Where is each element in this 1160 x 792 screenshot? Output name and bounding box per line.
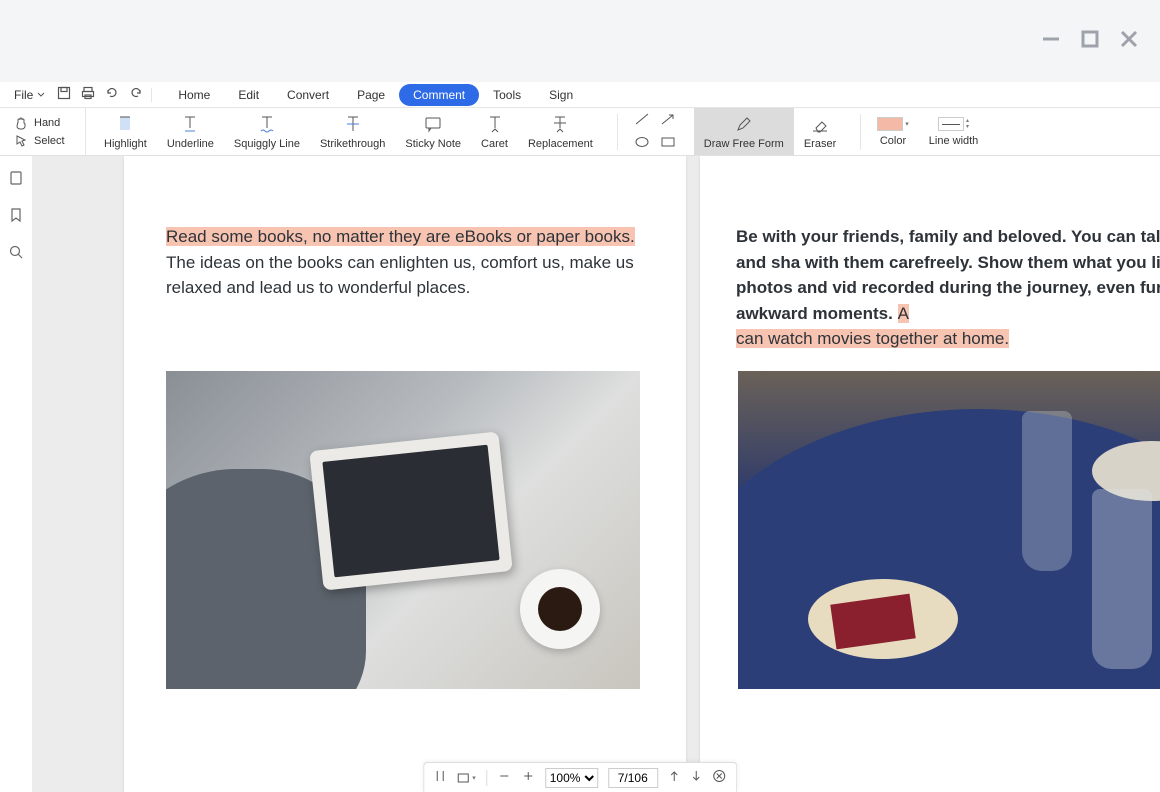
highlighted-text: Read some books, no matter they are eBoo… bbox=[166, 227, 635, 246]
chevron-down-icon: ▾ bbox=[905, 120, 909, 128]
maximize-button[interactable] bbox=[1080, 29, 1100, 49]
thumbnails-button[interactable] bbox=[8, 170, 24, 191]
document-area[interactable]: Read some books, no matter they are eBoo… bbox=[32, 156, 1160, 792]
eraser-icon bbox=[810, 114, 830, 134]
tab-page[interactable]: Page bbox=[343, 84, 399, 106]
replacement-icon bbox=[550, 114, 570, 134]
highlight-button[interactable]: Highlight bbox=[94, 108, 157, 155]
undo-button[interactable] bbox=[105, 86, 119, 103]
linewidth-preview bbox=[938, 117, 964, 131]
continuous-view-button[interactable] bbox=[434, 769, 446, 786]
pdf-page-right: Be with your friends, family and beloved… bbox=[700, 156, 1160, 792]
note-icon bbox=[423, 114, 443, 134]
save-button[interactable] bbox=[57, 86, 71, 103]
print-button[interactable] bbox=[81, 86, 95, 103]
search-button[interactable] bbox=[8, 244, 24, 265]
zoom-in-button[interactable] bbox=[521, 769, 535, 786]
paragraph-left: Read some books, no matter they are eBoo… bbox=[166, 224, 644, 301]
bottom-toolbar: ▾ 100% bbox=[423, 762, 737, 792]
eraser-button[interactable]: Eraser bbox=[794, 108, 846, 155]
ribbon: Hand Select Highlight Underline Squiggly… bbox=[0, 108, 1160, 156]
pencil-icon bbox=[734, 114, 754, 134]
paragraph-right: Be with your friends, family and beloved… bbox=[736, 224, 1160, 352]
underline-button[interactable]: Underline bbox=[157, 108, 224, 155]
fit-view-button[interactable]: ▾ bbox=[456, 771, 476, 785]
squiggly-icon bbox=[257, 114, 277, 134]
image-tablet-coffee bbox=[166, 371, 640, 689]
file-menu[interactable]: File bbox=[14, 88, 57, 102]
pdf-page-left: Read some books, no matter they are eBoo… bbox=[124, 156, 686, 792]
menubar: File Home Edit Convert Page Comment Tool… bbox=[0, 82, 1160, 108]
select-tool[interactable]: Select bbox=[14, 134, 85, 148]
tab-convert[interactable]: Convert bbox=[273, 84, 343, 106]
prev-page-button[interactable] bbox=[668, 769, 680, 786]
stickynote-button[interactable]: Sticky Note bbox=[395, 108, 471, 155]
linewidth-option[interactable]: ▴▾ Line width bbox=[919, 108, 989, 155]
tab-comment[interactable]: Comment bbox=[399, 84, 479, 106]
color-swatch bbox=[877, 117, 903, 131]
hand-tool-label: Hand bbox=[34, 117, 60, 129]
hand-tool[interactable]: Hand bbox=[14, 116, 85, 130]
select-tool-label: Select bbox=[34, 135, 65, 147]
ellipse-tool[interactable] bbox=[634, 135, 650, 152]
next-page-button[interactable] bbox=[690, 769, 702, 786]
tab-home[interactable]: Home bbox=[164, 84, 224, 106]
tab-edit[interactable]: Edit bbox=[224, 84, 273, 106]
zoom-out-button[interactable] bbox=[497, 769, 511, 786]
page-input[interactable] bbox=[608, 768, 658, 788]
hand-icon bbox=[14, 116, 28, 130]
tab-tools[interactable]: Tools bbox=[479, 84, 535, 106]
squiggly-button[interactable]: Squiggly Line bbox=[224, 108, 310, 155]
redo-button[interactable] bbox=[129, 86, 143, 103]
file-menu-label: File bbox=[14, 88, 33, 102]
bookmarks-button[interactable] bbox=[8, 207, 24, 228]
zoom-select[interactable]: 100% bbox=[545, 768, 598, 788]
underline-icon bbox=[180, 114, 200, 134]
strikethrough-button[interactable]: Strikethrough bbox=[310, 108, 395, 155]
left-sidebar bbox=[0, 156, 32, 792]
replacement-button[interactable]: Replacement bbox=[518, 108, 603, 155]
line-tool[interactable] bbox=[634, 112, 650, 129]
caret-icon bbox=[485, 114, 505, 134]
minimize-button[interactable] bbox=[1040, 28, 1062, 50]
color-option[interactable]: ▾ Color bbox=[867, 108, 919, 155]
shape-tools bbox=[624, 112, 686, 152]
cursor-icon bbox=[14, 134, 28, 148]
highlight-icon bbox=[115, 114, 135, 134]
arrow-tool[interactable] bbox=[660, 112, 676, 129]
caret-button[interactable]: Caret bbox=[471, 108, 518, 155]
draw-freeform-button[interactable]: Draw Free Form bbox=[694, 108, 794, 155]
chevron-down-icon bbox=[37, 91, 45, 99]
strikethrough-icon bbox=[343, 114, 363, 134]
close-button[interactable] bbox=[1118, 28, 1140, 50]
tab-sign[interactable]: Sign bbox=[535, 84, 587, 106]
image-dinner-table bbox=[738, 371, 1160, 689]
close-fullscreen-button[interactable] bbox=[712, 769, 726, 786]
linewidth-stepper[interactable]: ▴▾ bbox=[966, 118, 969, 130]
rectangle-tool[interactable] bbox=[660, 135, 676, 152]
